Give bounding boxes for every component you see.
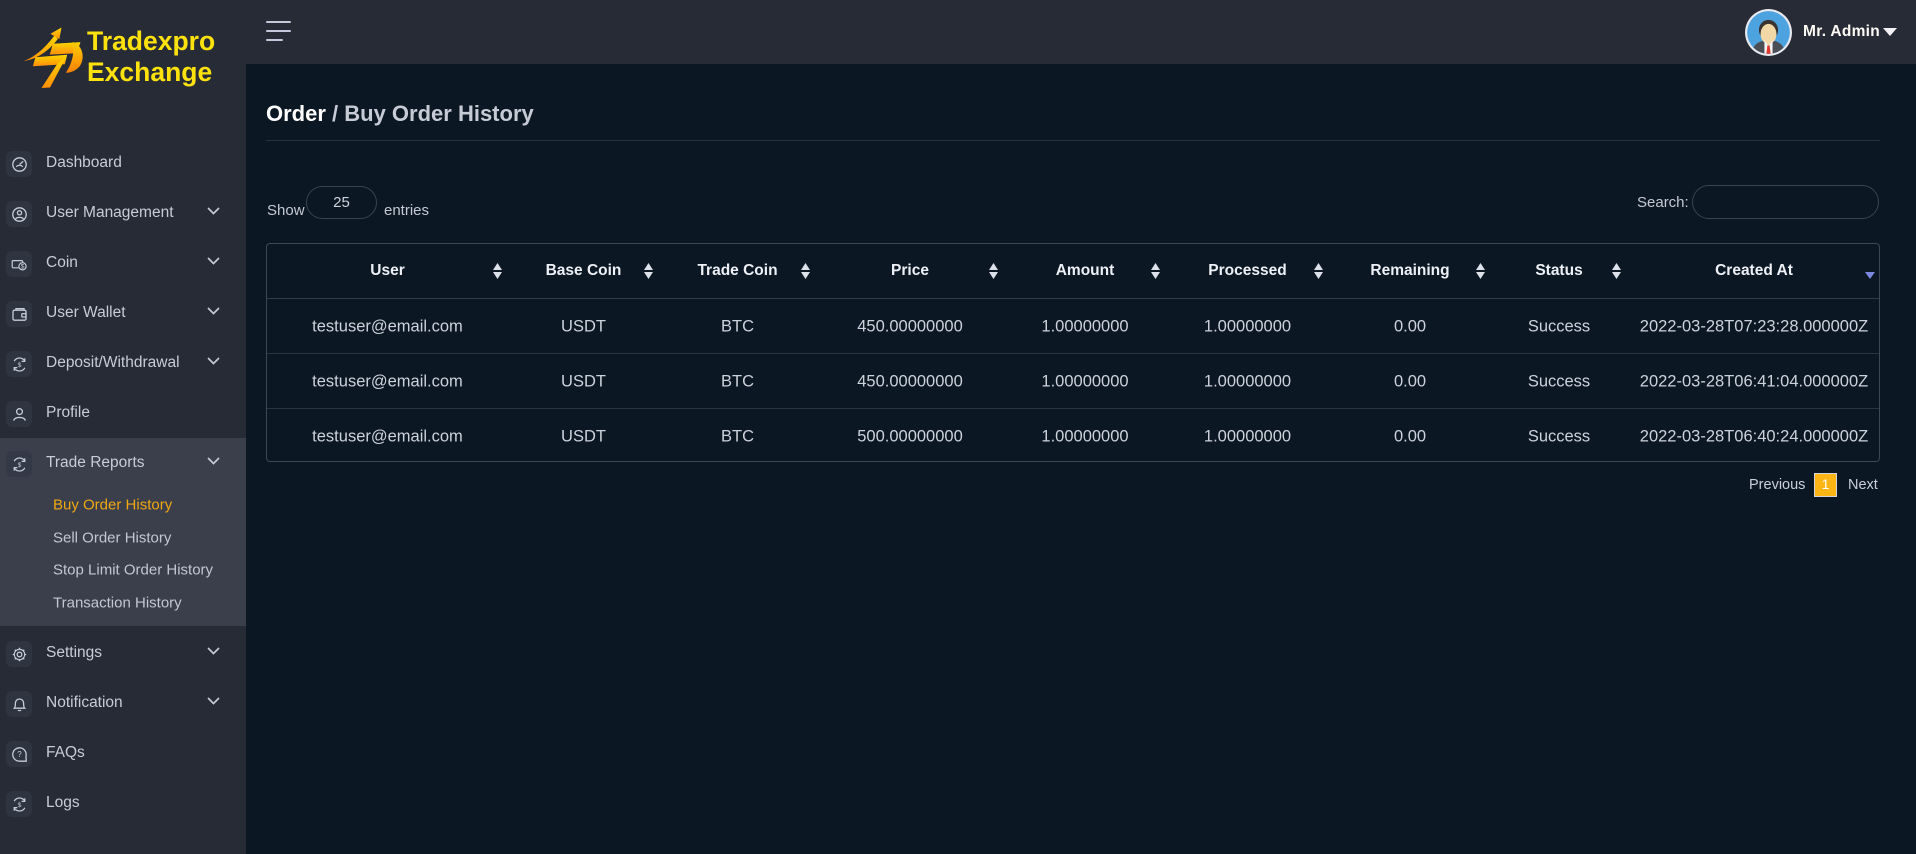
- svg-text:$: $: [17, 362, 21, 369]
- svg-text:?: ?: [17, 750, 22, 759]
- svg-text:$: $: [20, 263, 24, 270]
- svg-text:$: $: [17, 802, 21, 809]
- svg-text:$: $: [17, 462, 21, 469]
